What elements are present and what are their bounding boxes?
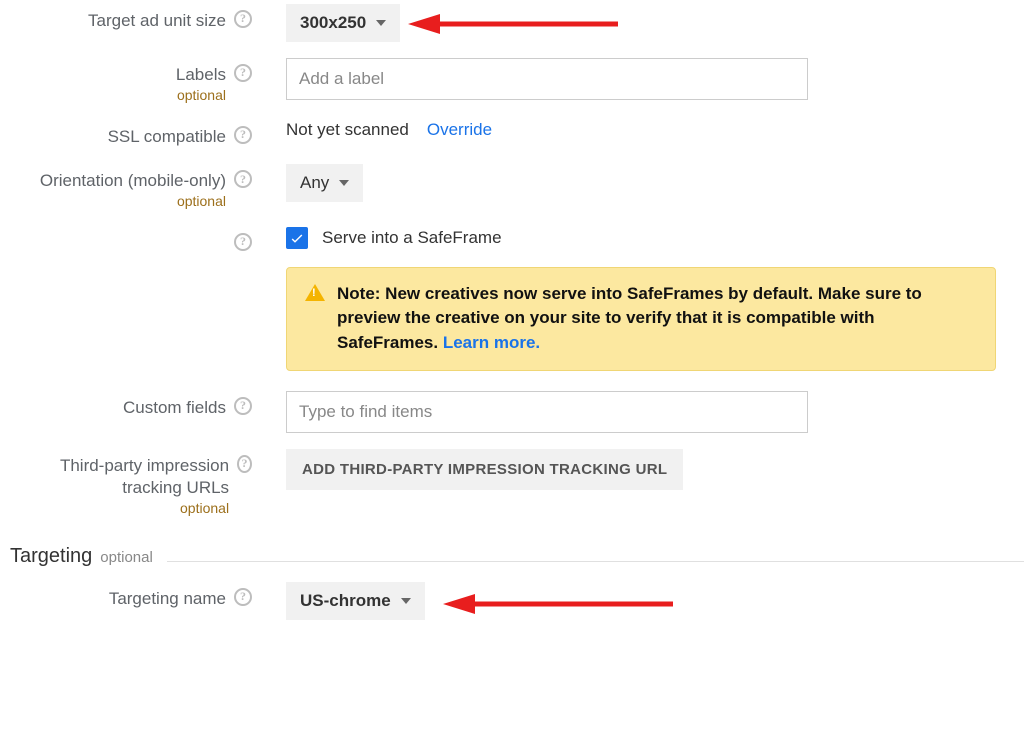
- label-text: Labels: [176, 65, 226, 84]
- help-icon[interactable]: ?: [234, 10, 252, 28]
- target-ad-unit-size-select[interactable]: 300x250: [286, 4, 400, 42]
- safeframe-label: Serve into a SafeFrame: [322, 228, 502, 248]
- label-targeting-name: Targeting name ?: [10, 582, 258, 610]
- select-value: 300x250: [300, 13, 366, 33]
- label-orientation: Orientation (mobile-only) optional ?: [10, 164, 258, 210]
- note-text: Note: New creatives now serve into SafeF…: [337, 284, 922, 352]
- row-tracking-urls: Third-party impression tracking URLs opt…: [10, 449, 1024, 517]
- section-title: Targeting: [10, 545, 92, 568]
- row-ssl: SSL compatible ? Not yet scanned Overrid…: [10, 120, 1024, 148]
- safeframe-note: Note: New creatives now serve into SafeF…: [286, 267, 996, 371]
- select-value: US-chrome: [300, 591, 391, 611]
- help-icon[interactable]: ?: [234, 126, 252, 144]
- safeframe-checkbox[interactable]: [286, 227, 308, 249]
- control-ssl: Not yet scanned Override: [258, 120, 1024, 140]
- ssl-override-link[interactable]: Override: [427, 120, 492, 140]
- row-orientation: Orientation (mobile-only) optional ? Any: [10, 164, 1024, 210]
- label-ssl: SSL compatible ?: [10, 120, 258, 148]
- label-text: Custom fields: [123, 397, 226, 419]
- label-text: Target ad unit size: [88, 10, 226, 32]
- label-text: Targeting name: [109, 588, 226, 610]
- control-safeframe: Serve into a SafeFrame: [258, 227, 1024, 249]
- control-custom-fields: [258, 391, 1024, 433]
- row-targeting-name: Targeting name ? US-chrome: [10, 582, 1024, 620]
- chevron-down-icon: [401, 598, 411, 604]
- chevron-down-icon: [339, 180, 349, 186]
- control-tracking-urls: ADD THIRD-PARTY IMPRESSION TRACKING URL: [258, 449, 1024, 490]
- label-target-ad-unit-size: Target ad unit size ?: [10, 4, 258, 32]
- label-text: Third-party impression tracking URLs: [60, 456, 229, 497]
- label-optional: optional: [10, 499, 229, 517]
- warning-icon: [305, 284, 325, 301]
- orientation-select[interactable]: Any: [286, 164, 363, 202]
- control-note: Note: New creatives now serve into SafeF…: [258, 267, 1024, 371]
- help-icon[interactable]: ?: [234, 233, 252, 251]
- annotation-arrow-icon: [408, 8, 618, 40]
- custom-fields-input[interactable]: [286, 391, 808, 433]
- help-icon[interactable]: ?: [234, 588, 252, 606]
- label-optional: optional: [40, 192, 226, 210]
- help-icon[interactable]: ?: [237, 455, 252, 473]
- control-targeting-name: US-chrome: [258, 582, 1024, 620]
- row-custom-fields: Custom fields ?: [10, 391, 1024, 433]
- section-optional: optional: [100, 549, 153, 566]
- section-divider: [167, 561, 1024, 562]
- learn-more-link[interactable]: Learn more.: [443, 333, 540, 352]
- label-custom-fields: Custom fields ?: [10, 391, 258, 419]
- select-value: Any: [300, 173, 329, 193]
- note-content: Note: New creatives now serve into SafeF…: [337, 282, 977, 356]
- chevron-down-icon: [376, 20, 386, 26]
- add-tracking-url-button[interactable]: ADD THIRD-PARTY IMPRESSION TRACKING URL: [286, 449, 683, 490]
- annotation-arrow-icon: [443, 588, 673, 620]
- help-icon[interactable]: ?: [234, 397, 252, 415]
- label-text: SSL compatible: [108, 126, 226, 148]
- label-text: Orientation (mobile-only): [40, 171, 226, 190]
- targeting-name-select[interactable]: US-chrome: [286, 582, 425, 620]
- label-optional: optional: [176, 86, 226, 104]
- row-labels: Labels optional ?: [10, 58, 1024, 104]
- help-icon[interactable]: ?: [234, 64, 252, 82]
- ssl-status: Not yet scanned: [286, 120, 409, 140]
- control-labels: [258, 58, 1024, 100]
- row-safeframe: ? Serve into a SafeFrame: [10, 227, 1024, 251]
- label-safeframe: ?: [10, 227, 258, 251]
- check-icon: [289, 230, 305, 246]
- control-target-ad-unit-size: 300x250: [258, 4, 1024, 42]
- label-labels: Labels optional ?: [10, 58, 258, 104]
- control-orientation: Any: [258, 164, 1024, 202]
- label-tracking-urls: Third-party impression tracking URLs opt…: [10, 449, 258, 517]
- labels-input[interactable]: [286, 58, 808, 100]
- section-targeting: Targeting optional: [10, 545, 1024, 568]
- row-target-ad-unit-size: Target ad unit size ? 300x250: [10, 4, 1024, 42]
- row-note: Note: New creatives now serve into SafeF…: [10, 267, 1024, 371]
- help-icon[interactable]: ?: [234, 170, 252, 188]
